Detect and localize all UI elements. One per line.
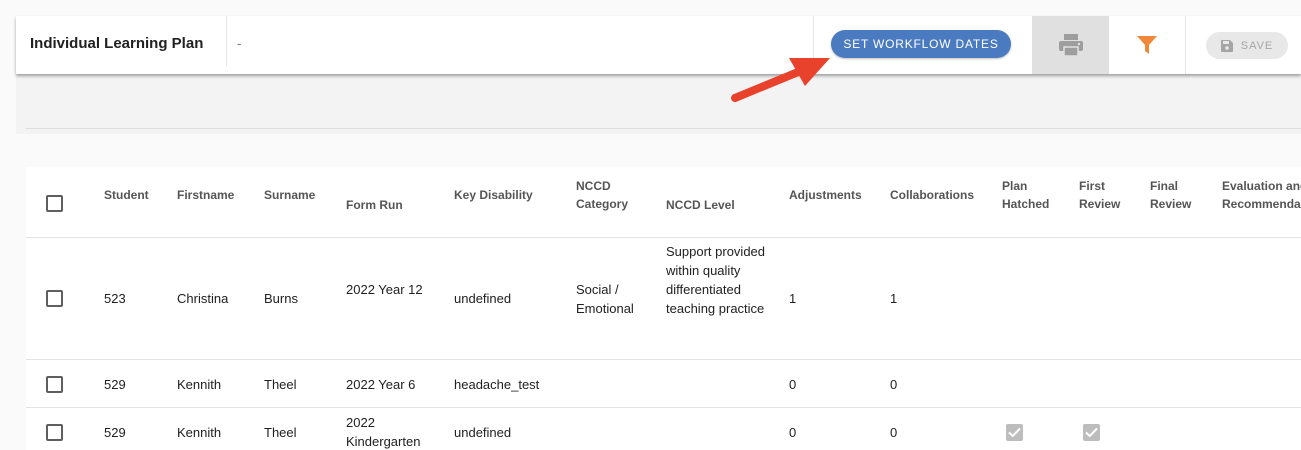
filter-button[interactable]: [1109, 16, 1185, 74]
plan-hatched-checkbox[interactable]: [1006, 424, 1023, 441]
filter-area: [16, 74, 1301, 134]
page-title: Individual Learning Plan: [30, 35, 204, 52]
cell-key-disability: undefined: [454, 425, 512, 440]
title-divider: [226, 16, 227, 66]
cell-surname: Burns: [264, 291, 298, 306]
column-header-adjustments[interactable]: Adjustments: [789, 186, 862, 204]
cell-collaborations: 0: [890, 425, 898, 440]
checkmark-icon: [1085, 427, 1098, 438]
column-header-plan-hatched[interactable]: Plan Hatched: [1002, 177, 1052, 213]
filter-icon: [1137, 36, 1157, 54]
cell-firstname: Christina: [177, 291, 229, 306]
cell-student: 529: [104, 425, 126, 440]
toolbar-divider: [1185, 16, 1186, 74]
cell-adjustments: 0: [789, 377, 797, 392]
cell-adjustments: 0: [789, 425, 797, 440]
column-header-student[interactable]: Student: [104, 186, 149, 204]
print-button[interactable]: [1032, 16, 1109, 74]
floppy-disk-icon: [1220, 39, 1233, 52]
cell-collaborations: 1: [890, 291, 898, 306]
row-checkbox[interactable]: [46, 376, 63, 393]
first-review-checkbox[interactable]: [1083, 424, 1100, 441]
page-subtitle: -: [237, 36, 242, 51]
section-divider: [26, 128, 1301, 129]
column-header-first-review[interactable]: First Review: [1079, 177, 1129, 213]
cell-adjustments: 1: [789, 291, 797, 306]
cell-surname: Theel: [264, 425, 297, 440]
column-header-key-disability[interactable]: Key Disability: [454, 186, 533, 204]
cell-form-run: 2022 Year 6: [346, 377, 416, 392]
cell-collaborations: 0: [890, 377, 898, 392]
print-icon: [1058, 34, 1083, 57]
column-header-nccd-category[interactable]: NCCD Category: [576, 177, 638, 213]
cell-firstname: Kennith: [177, 425, 222, 440]
table-header-row: Student Firstname Surname Form Run Key D…: [26, 167, 1301, 238]
cell-form-run: 2022 Year 12: [346, 282, 423, 297]
cell-surname: Theel: [264, 377, 297, 392]
app-bar: Individual Learning Plan - SET WORKFLOW …: [16, 16, 1301, 74]
table-row[interactable]: 523 Christina Burns 2022 Year 12 undefin…: [26, 238, 1301, 360]
column-header-nccd-level[interactable]: NCCD Level: [666, 196, 735, 214]
cell-firstname: Kennith: [177, 377, 222, 392]
column-header-final-review[interactable]: Final Review: [1150, 177, 1200, 213]
cell-key-disability: undefined: [454, 291, 512, 306]
cell-nccd-level: Support provided within quality differen…: [666, 244, 766, 316]
save-button-label: SAVE: [1240, 39, 1274, 52]
cell-form-run: 2022 Kindergarten: [346, 415, 421, 449]
cell-student: 523: [104, 291, 126, 306]
row-checkbox[interactable]: [46, 424, 63, 441]
column-header-form-run[interactable]: Form Run: [346, 196, 403, 214]
column-header-firstname[interactable]: Firstname: [177, 186, 234, 204]
annotation-arrow-icon: [731, 58, 830, 102]
cell-student: 529: [104, 377, 126, 392]
column-header-collaborations[interactable]: Collaborations: [890, 186, 974, 204]
cell-key-disability: headache_test: [454, 377, 540, 392]
ilp-table: Student Firstname Surname Form Run Key D…: [26, 167, 1301, 450]
row-checkbox[interactable]: [46, 290, 63, 307]
save-button[interactable]: SAVE: [1206, 32, 1288, 59]
table-row[interactable]: 529 Kennith Theel 2022 Kindergarten unde…: [26, 408, 1301, 450]
set-workflow-dates-button[interactable]: SET WORKFLOW DATES: [831, 30, 1011, 58]
checkmark-icon: [1008, 427, 1021, 438]
select-all-checkbox[interactable]: [46, 195, 63, 212]
table-row[interactable]: 529 Kennith Theel 2022 Year 6 headache_t…: [26, 360, 1301, 408]
cell-nccd-category: Social / Emotional: [576, 282, 634, 316]
column-header-evaluation[interactable]: Evaluation and Recommenda: [1222, 177, 1301, 213]
column-header-surname[interactable]: Surname: [264, 186, 315, 204]
